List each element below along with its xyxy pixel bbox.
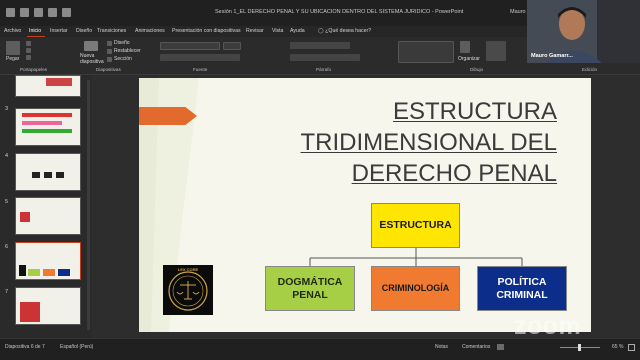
box-criminologia[interactable]: CRIMINOLOGÍA bbox=[371, 266, 460, 311]
thumbnail-graphic bbox=[28, 269, 40, 276]
fit-slide-icon[interactable] bbox=[628, 344, 635, 351]
shapes-gallery[interactable] bbox=[398, 41, 454, 63]
group-edicion: Edición bbox=[582, 67, 598, 72]
status-bar: Diapositiva 6 de 7 Español (Perú) Notas … bbox=[0, 338, 640, 360]
slide-number: 5 bbox=[5, 199, 9, 205]
zoom-watermark: zoom bbox=[514, 312, 582, 340]
tell-me-search[interactable]: ◯ ¿Qué desea hacer? bbox=[318, 28, 371, 34]
slide-counter: Diapositiva 6 de 7 bbox=[5, 344, 45, 350]
arrange-button[interactable]: Organizar bbox=[458, 56, 480, 62]
thumbnail-graphic bbox=[44, 172, 52, 178]
group-parrafo: Párrafo bbox=[316, 67, 332, 72]
tab-animaciones[interactable]: Animaciones bbox=[135, 28, 165, 34]
slide-thumbnail-pane: 3 4 5 6 7 bbox=[0, 75, 92, 338]
undo-icon[interactable] bbox=[20, 8, 29, 17]
slide-thumbnail[interactable] bbox=[15, 287, 81, 325]
thumbnail-graphic bbox=[22, 113, 72, 117]
save-icon[interactable] bbox=[6, 8, 15, 17]
comments-button[interactable]: Comentarios bbox=[462, 344, 490, 350]
scales-of-justice-icon bbox=[168, 271, 208, 311]
slide-thumbnail-selected[interactable] bbox=[15, 242, 81, 280]
tab-archivo[interactable]: Archivo bbox=[4, 28, 21, 34]
section-icon[interactable] bbox=[107, 57, 112, 62]
slide-canvas[interactable]: ESTRUCTURA TRIDIMENSIONAL DEL DERECHO PE… bbox=[139, 78, 591, 332]
thumbnail-scrollbar[interactable] bbox=[87, 80, 90, 330]
thumbnail-graphic bbox=[20, 302, 40, 322]
group-fuente: Fuente bbox=[193, 67, 208, 72]
slide-number: 4 bbox=[5, 153, 9, 159]
slide-thumbnail[interactable] bbox=[15, 108, 81, 146]
thumbnail-graphic bbox=[43, 269, 55, 276]
zoom-slider-thumb[interactable] bbox=[578, 344, 581, 351]
section-button[interactable]: Sección bbox=[114, 56, 132, 62]
window-title: Sesión 1_EL DERECHO PENAL Y SU UBICACION… bbox=[215, 9, 464, 15]
tab-revisar[interactable]: Revisar bbox=[246, 28, 264, 34]
arrange-icon[interactable] bbox=[460, 41, 470, 53]
list-buttons[interactable] bbox=[290, 42, 350, 49]
tab-presentacion[interactable]: Presentación con diapositivas bbox=[172, 28, 241, 34]
font-family-select[interactable] bbox=[160, 42, 220, 50]
reset-button[interactable]: Restablecer bbox=[114, 48, 141, 54]
present-icon[interactable] bbox=[48, 8, 57, 17]
group-diapositivas: Diapositivas bbox=[96, 67, 121, 72]
customize-icon[interactable] bbox=[62, 8, 71, 17]
lex-core-logo: LEX CORE bbox=[163, 265, 213, 315]
new-slide-label[interactable]: Nueva diapositiva bbox=[80, 53, 104, 65]
layout-icon[interactable] bbox=[107, 41, 112, 46]
format-painter-icon[interactable] bbox=[26, 55, 31, 60]
thumbnail-graphic bbox=[46, 78, 72, 86]
group-dibujo: Dibujo bbox=[470, 67, 484, 72]
new-slide-icon[interactable] bbox=[84, 41, 98, 51]
thumbnail-graphic bbox=[58, 269, 70, 276]
slide-thumbnail[interactable] bbox=[15, 197, 81, 235]
thumbnail-graphic bbox=[22, 129, 72, 133]
group-portapapeles: Portapapeles bbox=[20, 67, 48, 72]
tab-insertar[interactable]: Insertar bbox=[50, 28, 68, 34]
notes-button[interactable]: Notas bbox=[435, 344, 448, 350]
slide-number: 6 bbox=[5, 244, 9, 250]
layout-button[interactable]: Diseño bbox=[114, 40, 130, 46]
cut-icon[interactable] bbox=[26, 41, 31, 46]
paste-label[interactable]: Pegar bbox=[6, 56, 19, 62]
language-indicator[interactable]: Español (Perú) bbox=[60, 344, 93, 350]
slide-number: 7 bbox=[5, 289, 9, 295]
participant-video[interactable]: Mauro Gamarr... bbox=[527, 0, 640, 63]
slide-thumbnail[interactable] bbox=[15, 153, 81, 191]
thumbnail-graphic bbox=[56, 172, 64, 178]
font-size-select[interactable] bbox=[223, 42, 241, 50]
slide-thumbnail[interactable] bbox=[15, 75, 81, 97]
lightbulb-icon: ◯ bbox=[318, 28, 324, 34]
thumbnail-graphic bbox=[32, 172, 40, 178]
box-estructura[interactable]: ESTRUCTURA bbox=[371, 203, 460, 248]
tab-diseno[interactable]: Diseño bbox=[76, 28, 92, 34]
font-format-buttons[interactable] bbox=[160, 54, 240, 61]
slide-number: 3 bbox=[5, 106, 9, 112]
thumbnail-graphic bbox=[22, 121, 62, 125]
participant-name: Mauro Gamarr... bbox=[531, 53, 573, 59]
quick-styles-icon[interactable] bbox=[486, 41, 506, 61]
thumbnail-graphic bbox=[19, 265, 26, 276]
thumbnail-graphic bbox=[20, 212, 30, 222]
tab-transiciones[interactable]: Transiciones bbox=[97, 28, 126, 34]
normal-view-icon[interactable] bbox=[497, 344, 504, 350]
box-dogmatica-penal[interactable]: DOGMÁTICA PENAL bbox=[265, 266, 355, 311]
zoom-level[interactable]: 65 % bbox=[612, 344, 623, 350]
tab-inicio[interactable]: Inicio bbox=[29, 28, 41, 34]
reset-icon[interactable] bbox=[107, 49, 112, 54]
paste-icon[interactable] bbox=[6, 41, 20, 55]
copy-icon[interactable] bbox=[26, 48, 31, 53]
tab-vista[interactable]: Vista bbox=[272, 28, 283, 34]
tell-me-label: ¿Qué desea hacer? bbox=[325, 28, 372, 34]
align-buttons[interactable] bbox=[290, 54, 360, 61]
logo-text: LEX CORE bbox=[177, 267, 199, 272]
box-politica-criminal[interactable]: POLÍTICA CRIMINAL bbox=[477, 266, 567, 311]
redo-icon[interactable] bbox=[34, 8, 43, 17]
tab-ayuda[interactable]: Ayuda bbox=[290, 28, 305, 34]
